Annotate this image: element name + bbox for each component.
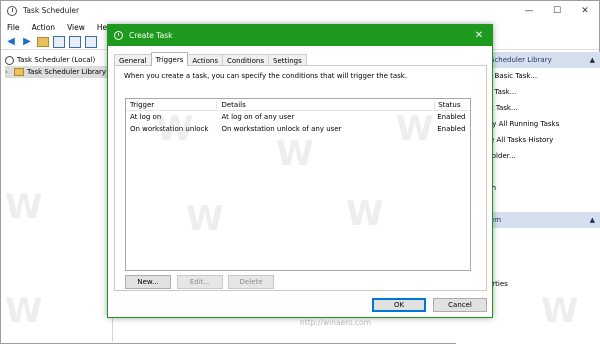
triggers-description: When you create a task, you can specify … — [124, 72, 408, 80]
properties-icon[interactable] — [85, 35, 97, 48]
column-header-details[interactable]: Details — [216, 100, 434, 109]
watermark-logo: W — [5, 291, 43, 331]
app-titlebar: Task Scheduler — ☐ ✕ — [1, 1, 599, 20]
back-arrow-icon[interactable]: ◀ — [5, 36, 17, 48]
ok-button[interactable]: OK — [372, 298, 426, 312]
clock-icon — [114, 31, 123, 40]
caret-up-icon[interactable]: ▲ — [590, 56, 595, 64]
actions-section-title: Scheduler Library — [490, 56, 552, 64]
up-folder-icon[interactable] — [37, 36, 49, 47]
tree-item-library[interactable]: › Task Scheduler Library — [5, 66, 112, 78]
caret-up-icon-2[interactable]: ▲ — [590, 216, 595, 224]
watermark-logo: W — [156, 109, 194, 149]
triggers-table: Trigger Details Status At log on At log … — [125, 98, 471, 271]
edit-trigger-button[interactable]: Edit... — [177, 275, 223, 289]
tree-item-root[interactable]: Task Scheduler (Local) — [5, 54, 112, 66]
watermark-logo: W — [276, 134, 314, 174]
watermark-logo: W — [541, 291, 579, 331]
watermark-url: http://winaero.com — [300, 318, 371, 327]
menu-action[interactable]: Action — [32, 23, 56, 32]
column-header-status[interactable]: Status — [434, 100, 470, 109]
status-cell: Enabled — [437, 125, 466, 133]
menu-file[interactable]: File — [7, 23, 20, 32]
clock-icon — [7, 5, 17, 16]
menu-view[interactable]: View — [67, 23, 85, 32]
watermark-logo: W — [396, 109, 434, 149]
tree-item-library-label: Task Scheduler Library — [27, 68, 107, 76]
dialog-close-button[interactable]: ✕ — [466, 25, 492, 46]
show-hide-tree-icon[interactable] — [53, 35, 65, 48]
column-header-trigger[interactable]: Trigger — [126, 101, 216, 109]
create-task-dialog: Create Task ✕ General Triggers Actions C… — [107, 24, 493, 318]
tab-triggers[interactable]: Triggers — [150, 52, 189, 66]
task-scheduler-icon — [5, 55, 14, 65]
dialog-tabs: General Triggers Actions Conditions Sett… — [114, 52, 307, 66]
dialog-titlebar[interactable]: Create Task ✕ — [108, 25, 492, 46]
chevron-right-icon[interactable]: › — [5, 68, 11, 76]
tree-item-root-label: Task Scheduler (Local) — [17, 56, 96, 64]
new-trigger-button[interactable]: New... — [125, 275, 171, 289]
status-cell: Enabled — [437, 113, 466, 121]
triggers-panel: When you create a task, you can specify … — [114, 65, 487, 291]
minimize-button[interactable]: — — [515, 1, 543, 20]
delete-trigger-button[interactable]: Delete — [228, 275, 274, 289]
watermark-logo: W — [5, 187, 43, 227]
app-title: Task Scheduler — [23, 6, 80, 15]
maximize-button[interactable]: ☐ — [543, 1, 571, 20]
watermark-logo: W — [346, 194, 384, 234]
help-icon[interactable] — [69, 35, 81, 48]
forward-arrow-icon[interactable]: ▶ — [21, 36, 33, 48]
cancel-button[interactable]: Cancel — [433, 298, 487, 312]
watermark-logo: W — [186, 199, 224, 239]
dialog-title: Create Task — [129, 31, 173, 40]
folder-icon — [14, 68, 24, 76]
close-button[interactable]: ✕ — [571, 1, 599, 20]
window-controls: — ☐ ✕ — [515, 1, 599, 20]
